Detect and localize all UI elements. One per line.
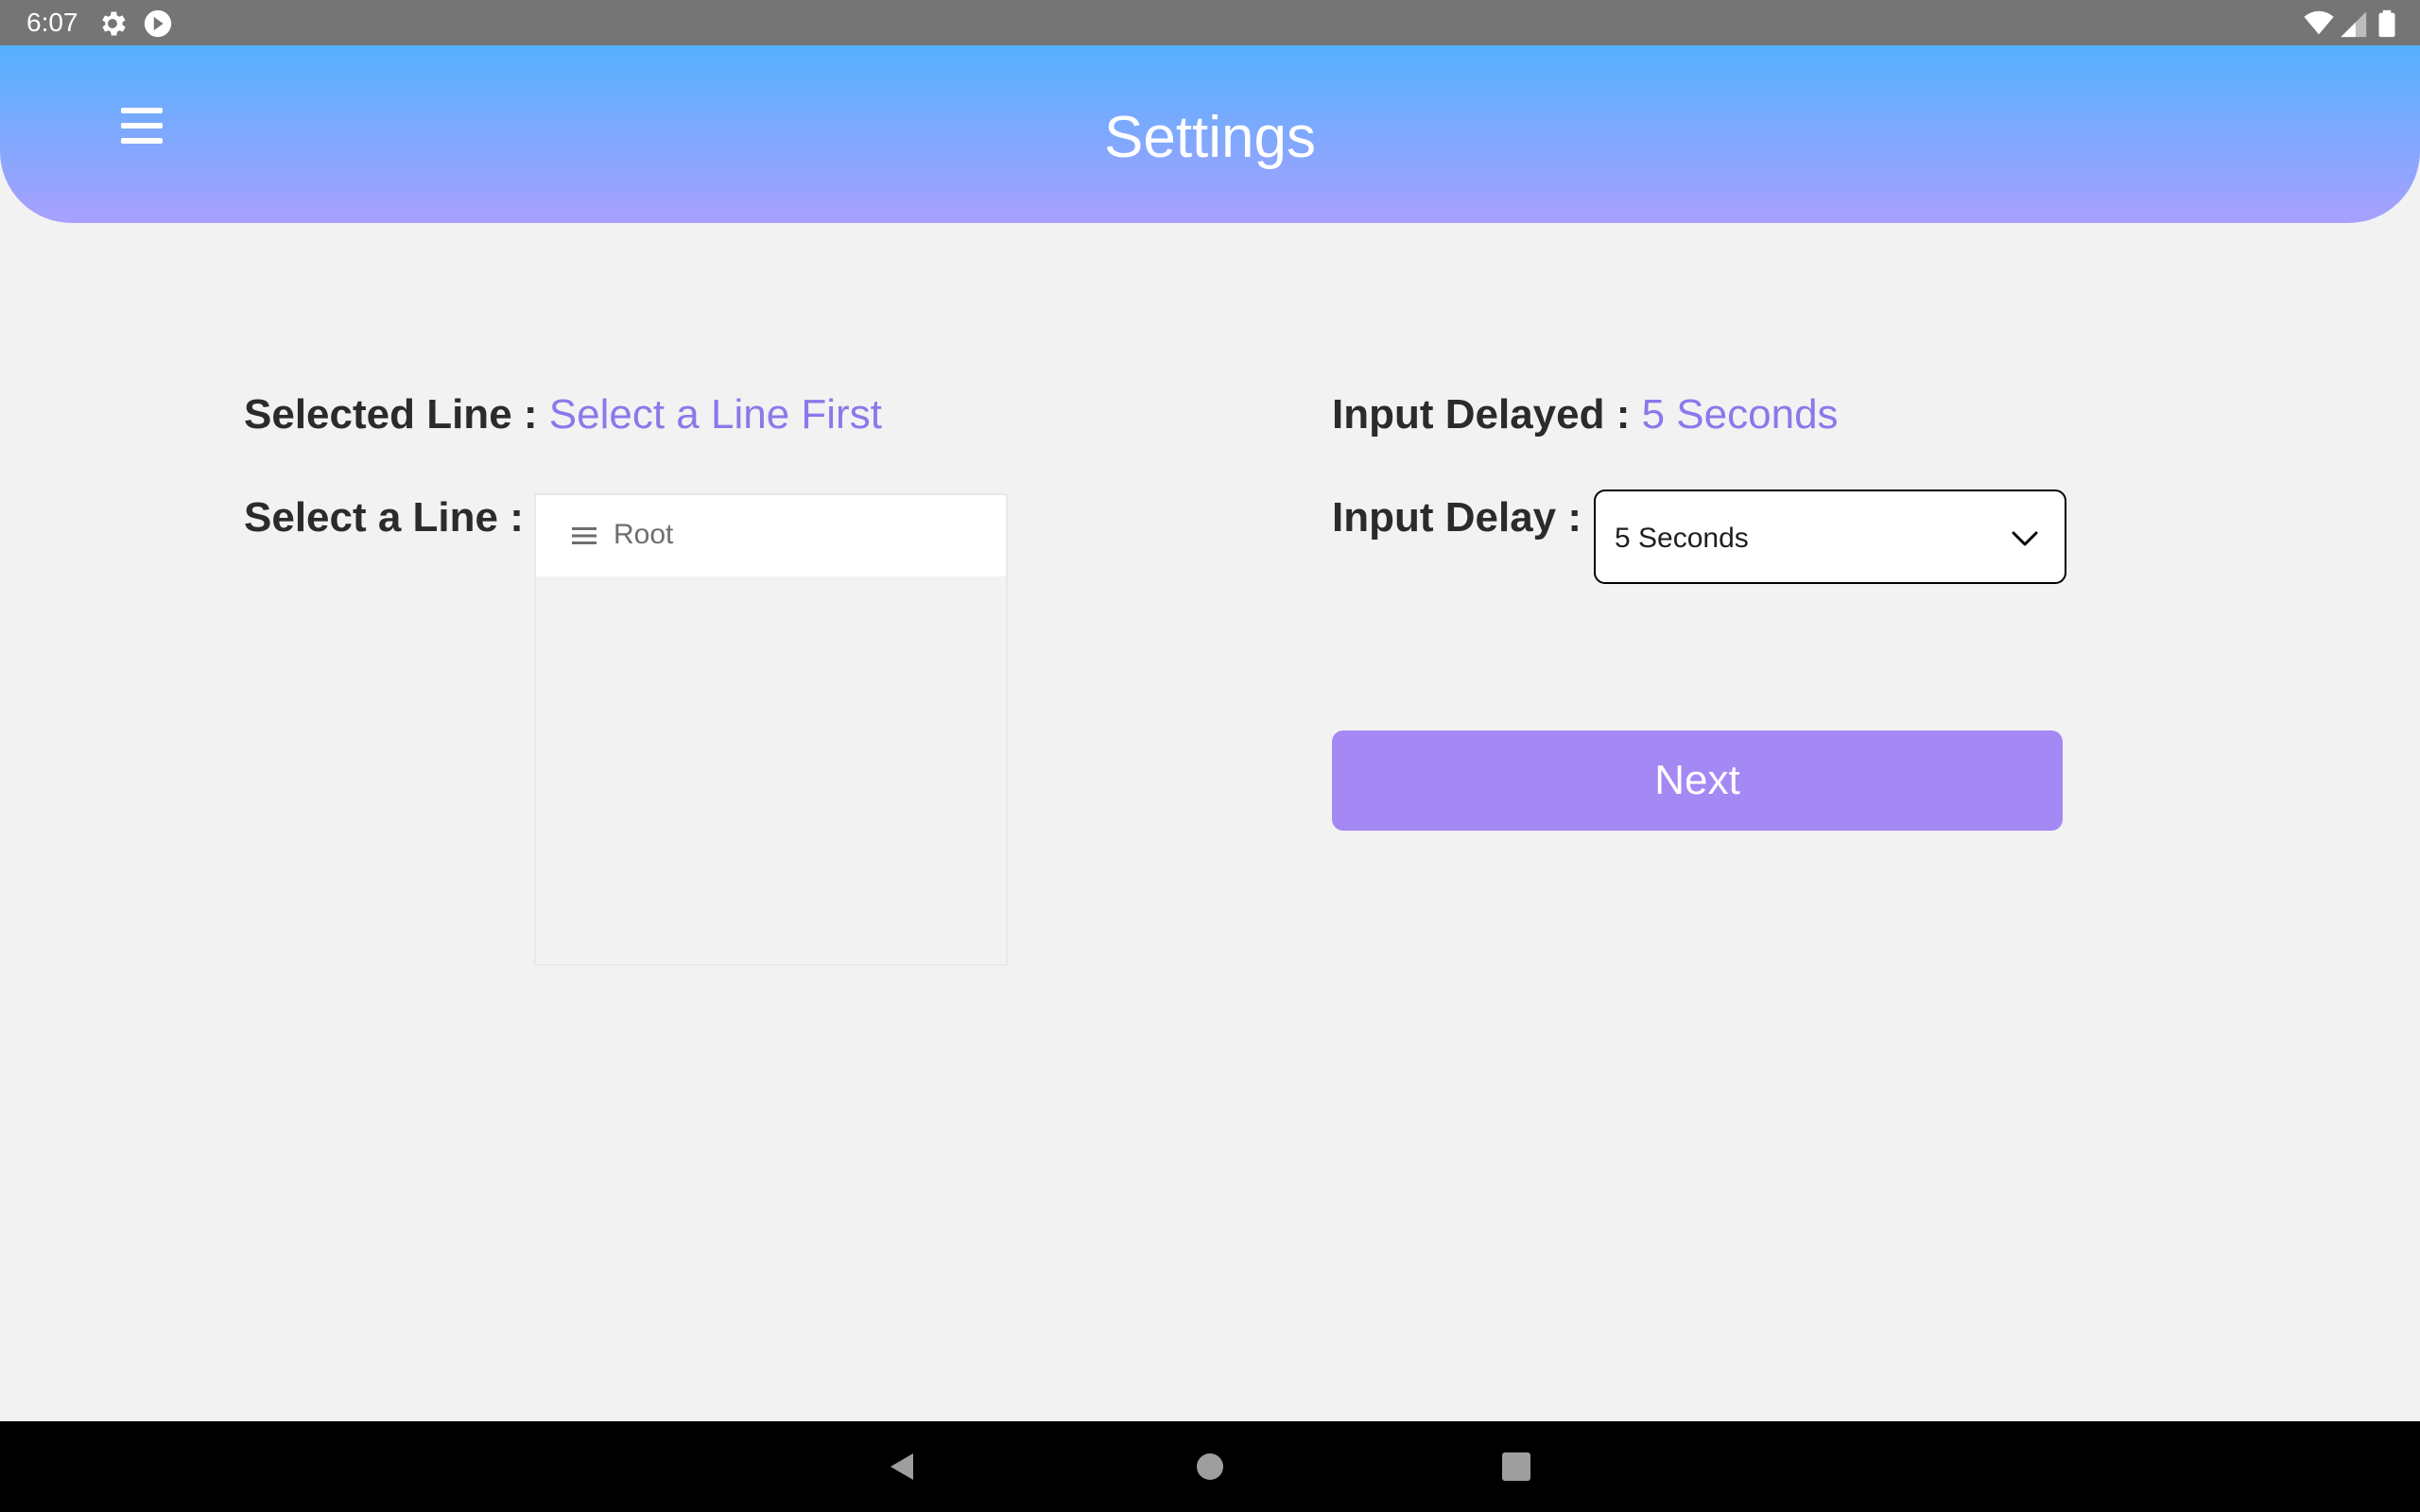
- select-line-label: Select a Line :: [244, 494, 524, 541]
- navigation-bar: [0, 1421, 2420, 1512]
- gear-icon: [102, 11, 126, 36]
- input-delay-dropdown[interactable]: 5 Seconds: [1594, 490, 2066, 584]
- sync-icon: [144, 9, 172, 38]
- signal-icon: [2341, 11, 2367, 38]
- chevron-down-icon: [2012, 531, 2038, 546]
- app-header: Settings: [0, 45, 2420, 223]
- wifi-icon: [2304, 10, 2334, 35]
- selected-line-row: Selected Line : Select a Line First: [244, 389, 882, 440]
- list-icon: [572, 527, 596, 544]
- tree-root-label: Root: [614, 519, 674, 550]
- selected-line-value: Select a Line First: [548, 391, 882, 438]
- status-bar: 6:07: [0, 0, 2420, 45]
- line-tree-view[interactable]: Root: [534, 493, 1008, 966]
- tree-root-item[interactable]: Root: [536, 495, 1006, 576]
- input-delayed-row: Input Delayed : 5 Seconds: [1332, 389, 1839, 440]
- back-icon[interactable]: [885, 1450, 919, 1484]
- recents-icon[interactable]: [1499, 1450, 1533, 1484]
- battery-icon: [2378, 9, 2395, 38]
- next-button[interactable]: Next: [1332, 730, 2063, 831]
- status-time: 6:07: [26, 8, 78, 37]
- home-icon[interactable]: [1193, 1450, 1227, 1484]
- selected-line-label: Selected Line :: [244, 391, 538, 438]
- input-delayed-value: 5 Seconds: [1641, 391, 1839, 438]
- input-delay-selected-value: 5 Seconds: [1615, 523, 1749, 554]
- input-delay-label: Input Delay :: [1332, 494, 1582, 541]
- page-title: Settings: [1103, 105, 1317, 170]
- input-delayed-label: Input Delayed :: [1332, 391, 1631, 438]
